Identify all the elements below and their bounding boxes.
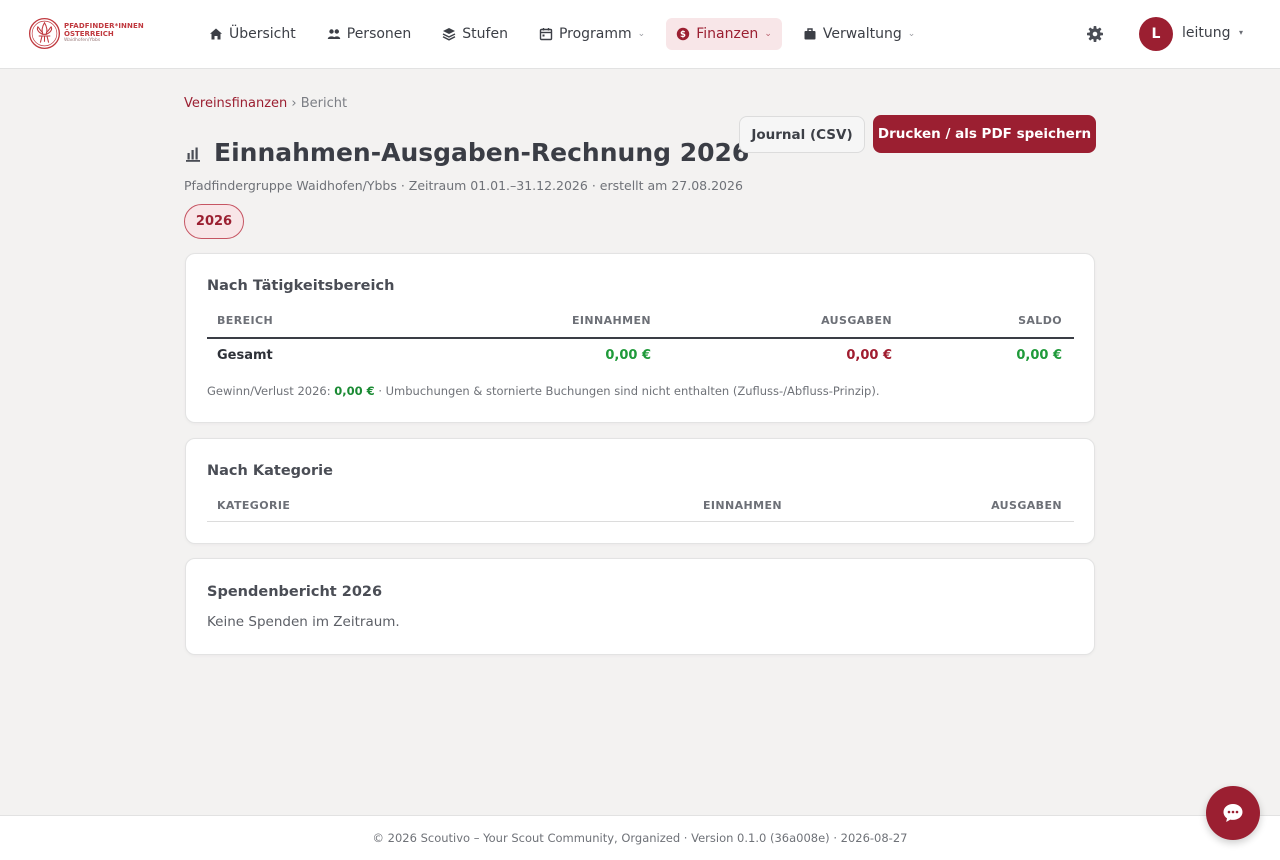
nav-item-personen[interactable]: Personen [317, 18, 422, 50]
note-value: 0,00 € [334, 384, 375, 398]
chat-bubble-icon [1223, 804, 1243, 822]
footer-text: © 2026 Scoutivo – Your Scout Community, … [372, 831, 908, 845]
column-header-saldo: SALDO [1018, 314, 1062, 327]
column-header-kategorie: KATEGORIE [217, 499, 291, 512]
nav-item-uebersicht[interactable]: Übersicht [199, 18, 306, 50]
page-subtitle: Pfadfindergruppe Waidhofen/Ybbs · Zeitra… [184, 178, 743, 193]
row-income: 0,00 € [605, 348, 651, 363]
nav-item-stufen[interactable]: Stufen [432, 18, 518, 50]
brand-logo[interactable]: PFADFINDER*INNEN ÖSTERREICH Waidhofen/Yb… [28, 17, 144, 50]
page-title-row: Einnahmen-Ausgaben-Rechnung 2026 [184, 138, 749, 167]
row-balance: 0,00 € [1016, 348, 1062, 363]
breadcrumb-current: Bericht [300, 96, 348, 111]
breadcrumb-link-vereinsfinanzen[interactable]: Vereinsfinanzen [184, 96, 287, 111]
nav-item-label: Stufen [462, 26, 508, 42]
calendar-icon [539, 28, 553, 41]
caret-down-icon[interactable]: ▾ [1239, 28, 1243, 37]
nav-item-programm[interactable]: Programm ⌄ [529, 18, 655, 50]
nav-item-label: Verwaltung [822, 26, 902, 42]
footer: © 2026 Scoutivo – Your Scout Community, … [0, 815, 1280, 860]
bar-chart-icon [186, 147, 200, 162]
column-header-einnahmen: EINNAHMEN [702, 499, 782, 512]
category-card: Nach Kategorie KATEGORIE EINNAHMEN AUSGA… [185, 438, 1095, 544]
top-navigation-bar: PFADFINDER*INNEN ÖSTERREICH Waidhofen/Yb… [0, 0, 1280, 69]
breadcrumb: Vereinsfinanzen › Bericht [184, 96, 347, 111]
brand-line3: Waidhofen/Ybbs [64, 38, 101, 44]
nav-item-label: Personen [346, 26, 412, 42]
chevron-down-icon: ⌄ [764, 29, 772, 39]
dollar-icon: $ [677, 27, 690, 41]
column-header-bereich: BEREICH [217, 314, 274, 327]
chevron-down-icon: ⌄ [637, 29, 646, 39]
card-title: Spendenbericht 2026 [207, 584, 383, 600]
note-suffix: · Umbuchungen & stornierte Buchungen sin… [378, 384, 880, 398]
users-icon [327, 29, 340, 39]
breadcrumb-separator: › [291, 96, 297, 111]
gear-icon[interactable] [1086, 25, 1104, 43]
card-title: Nach Tätigkeitsbereich [207, 278, 395, 294]
column-header-einnahmen: EINNAHMEN [571, 314, 651, 327]
year-filter-pill[interactable]: 2026 [184, 204, 244, 239]
avatar[interactable]: L [1139, 17, 1173, 51]
chat-button[interactable] [1206, 786, 1260, 840]
journal-csv-button[interactable]: Journal (CSV) [739, 116, 865, 153]
nav-item-label: Programm [558, 26, 632, 42]
main-nav: Übersicht Personen Stufen Programm ⌄ $ F… [199, 18, 936, 50]
home-icon [210, 28, 222, 40]
row-expenses: 0,00 € [846, 348, 892, 363]
column-header-ausgaben: AUSGABEN [991, 499, 1062, 512]
profit-loss-note: Gewinn/Verlust 2026: 0,00 € · Umbuchunge… [207, 384, 880, 398]
nav-item-label: Finanzen [696, 26, 759, 42]
column-header-ausgaben: AUSGABEN [821, 314, 892, 327]
print-pdf-button[interactable]: Drucken / als PDF speichern [873, 115, 1096, 153]
note-prefix: Gewinn/Verlust 2026: [207, 384, 331, 398]
nav-item-verwaltung[interactable]: Verwaltung ⌄ [793, 18, 925, 50]
card-title: Nach Kategorie [207, 463, 333, 479]
scout-lily-icon [28, 17, 61, 50]
svg-text:$: $ [680, 30, 686, 40]
row-label-gesamt: Gesamt [217, 348, 273, 363]
page-title: Einnahmen-Ausgaben-Rechnung 2026 [214, 138, 750, 167]
donations-card: Spendenbericht 2026 Keine Spenden im Zei… [185, 558, 1095, 655]
chevron-down-icon: ⌄ [907, 29, 916, 39]
user-name[interactable]: leitung [1182, 25, 1231, 41]
table-header-divider [207, 521, 1074, 522]
layers-icon [442, 28, 456, 41]
nav-item-finanzen[interactable]: $ Finanzen ⌄ [666, 18, 782, 50]
nav-item-label: Übersicht [229, 26, 296, 42]
empty-state-text: Keine Spenden im Zeitraum. [207, 614, 400, 630]
table-header-divider [207, 337, 1074, 339]
briefcase-icon [804, 28, 816, 40]
activity-area-card: Nach Tätigkeitsbereich BEREICH EINNAHMEN… [185, 253, 1095, 423]
